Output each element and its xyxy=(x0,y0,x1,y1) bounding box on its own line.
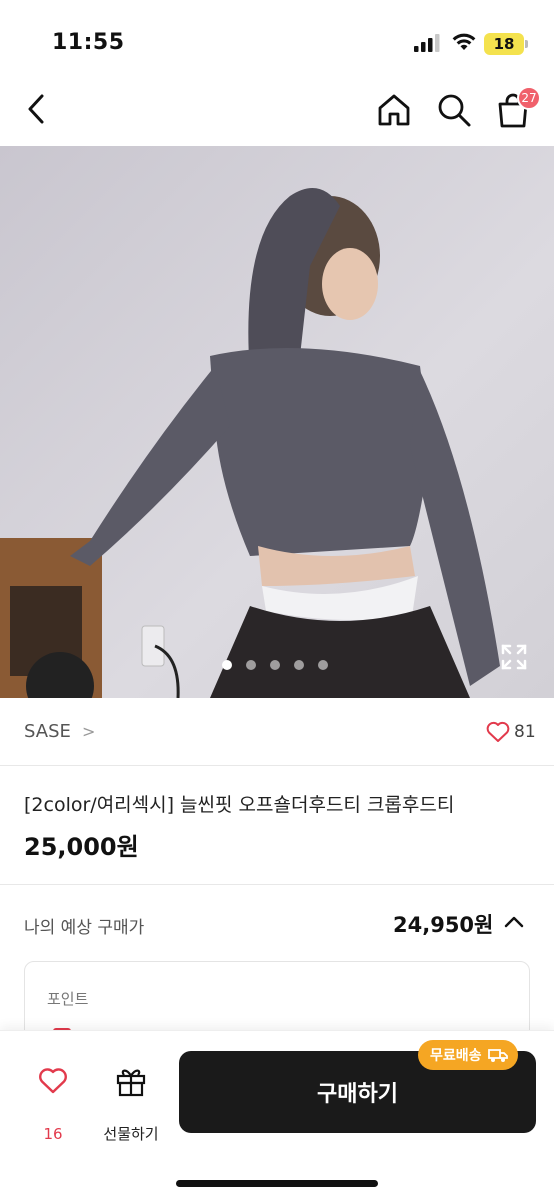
gallery-pagination xyxy=(222,660,328,670)
gift-icon xyxy=(116,1069,146,1097)
like-count: 81 xyxy=(514,722,536,742)
top-nav-bar xyxy=(0,84,554,146)
gallery-dot[interactable] xyxy=(318,660,328,670)
status-time: 11:55 xyxy=(52,30,125,55)
product-photo xyxy=(0,146,554,698)
gallery-dot[interactable] xyxy=(246,660,256,670)
brand-name[interactable]: SASE xyxy=(24,721,71,742)
expected-price-row[interactable]: 나의 예상 구매가 24,950원 xyxy=(0,885,554,957)
chevron-right-icon: > xyxy=(82,722,96,741)
expected-price-label: 나의 예상 구매가 xyxy=(24,918,145,938)
battery-indicator: 18 xyxy=(484,33,528,55)
wishlist-button[interactable]: 16 xyxy=(24,1053,82,1143)
heart-icon xyxy=(39,1068,67,1094)
brand-row[interactable]: SASE > 81 xyxy=(0,700,554,766)
home-indicator xyxy=(176,1180,378,1187)
back-icon[interactable] xyxy=(20,92,54,126)
status-bar: 11:55 18 xyxy=(0,0,554,84)
gallery-dot[interactable] xyxy=(294,660,304,670)
gallery-dot[interactable] xyxy=(270,660,280,670)
expand-icon[interactable] xyxy=(500,643,528,671)
truck-icon xyxy=(487,1049,508,1062)
product-price: 25,000원 xyxy=(24,833,139,861)
gift-button[interactable]: 선물하기 xyxy=(96,1053,166,1143)
cellular-signal-icon xyxy=(414,34,440,52)
points-label: 포인트 xyxy=(47,990,89,1008)
cart-count-badge: 27 xyxy=(517,86,541,110)
gift-label: 선물하기 xyxy=(103,1125,159,1143)
heart-icon[interactable] xyxy=(486,721,510,743)
free-shipping-label: 무료배송 xyxy=(430,1048,482,1064)
wifi-icon xyxy=(452,33,476,50)
product-title: [2color/여리섹시] 늘씬핏 오프숄더후드티 크롭후드티 xyxy=(24,794,455,816)
wishlist-count: 16 xyxy=(43,1125,63,1143)
gallery-dot[interactable] xyxy=(222,660,232,670)
free-shipping-badge: 무료배송 xyxy=(418,1040,518,1070)
chevron-up-icon[interactable] xyxy=(503,912,525,932)
expected-price-value: 24,950원 xyxy=(393,913,494,937)
home-icon[interactable] xyxy=(376,92,412,128)
product-image[interactable] xyxy=(0,146,554,698)
search-icon[interactable] xyxy=(436,92,472,128)
